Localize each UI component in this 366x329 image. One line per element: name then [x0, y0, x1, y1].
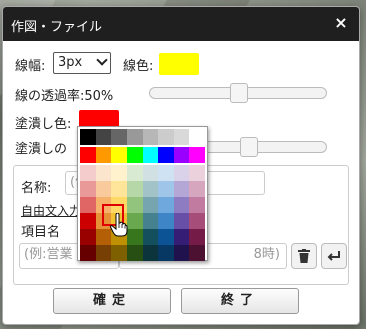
palette-row: [80, 229, 205, 245]
palette-color-cell[interactable]: [111, 165, 127, 181]
line-width-select[interactable]: 3px: [53, 52, 111, 74]
palette-color-cell[interactable]: [158, 245, 174, 261]
palette-color-cell[interactable]: [111, 245, 127, 261]
palette-color-cell[interactable]: [189, 245, 205, 261]
palette-color-cell[interactable]: [173, 213, 190, 229]
palette-color-cell[interactable]: [173, 229, 190, 245]
line-color-label: 線色:: [123, 59, 154, 74]
palette-color-cell[interactable]: [173, 197, 190, 213]
palette-color-cell[interactable]: [142, 129, 159, 145]
palette-color-cell[interactable]: [80, 165, 96, 181]
palette-color-cell[interactable]: [126, 229, 143, 245]
line-width-value: 3px: [58, 55, 83, 70]
palette-row: [80, 129, 205, 145]
palette-color-cell[interactable]: [173, 129, 190, 145]
confirm-button[interactable]: 確定: [53, 288, 171, 314]
dialog-titlebar[interactable]: 作図・ファイル ×: [3, 7, 359, 41]
palette-color-cell[interactable]: [142, 197, 159, 213]
palette-color-cell[interactable]: [142, 147, 159, 163]
palette-color-cell[interactable]: [95, 197, 112, 213]
palette-color-cell[interactable]: [142, 213, 159, 229]
palette-color-cell[interactable]: [173, 181, 190, 197]
palette-color-cell[interactable]: [126, 181, 143, 197]
trash-icon: [298, 249, 310, 263]
palette-color-cell[interactable]: [173, 245, 190, 261]
palette-row: [80, 213, 205, 229]
palette-color-cell[interactable]: [95, 245, 112, 261]
palette-color-cell[interactable]: [95, 181, 112, 197]
palette-color-cell[interactable]: [189, 197, 205, 213]
line-width-label: 線幅:: [15, 59, 46, 74]
line-opacity-slider[interactable]: [149, 83, 327, 103]
fill-opacity-label: 塗潰しの: [15, 142, 68, 157]
palette-color-cell[interactable]: [126, 147, 143, 163]
palette-row: [80, 181, 205, 197]
palette-color-cell[interactable]: [158, 213, 174, 229]
palette-color-cell[interactable]: [95, 213, 112, 229]
item-name-placeholder: (例:営業: [24, 247, 73, 262]
palette-color-cell[interactable]: [126, 245, 143, 261]
palette-color-cell[interactable]: [95, 129, 112, 145]
palette-color-cell[interactable]: [111, 181, 127, 197]
palette-color-cell[interactable]: [158, 147, 174, 163]
palette-color-cell[interactable]: [80, 213, 96, 229]
palette-color-cell[interactable]: [158, 181, 174, 197]
palette-color-cell[interactable]: [173, 165, 190, 181]
palette-color-cell[interactable]: [95, 165, 112, 181]
close-icon[interactable]: ×: [331, 13, 351, 33]
palette-color-cell[interactable]: [80, 129, 96, 145]
palette-color-cell[interactable]: [158, 129, 174, 145]
palette-color-cell[interactable]: [189, 129, 205, 145]
delete-item-button[interactable]: [291, 243, 317, 269]
line-opacity-slider-thumb[interactable]: [230, 83, 248, 103]
chevron-down-icon: [96, 54, 108, 66]
palette-color-cell[interactable]: [126, 129, 143, 145]
palette-color-cell[interactable]: [173, 147, 190, 163]
palette-row: [80, 147, 205, 163]
palette-color-cell[interactable]: [189, 147, 205, 163]
palette-color-cell[interactable]: [189, 181, 205, 197]
color-palette-popup: [77, 126, 208, 261]
add-item-button[interactable]: [321, 243, 347, 269]
palette-color-cell[interactable]: [142, 165, 159, 181]
palette-color-cell[interactable]: [80, 245, 96, 261]
name-label: 名称:: [21, 181, 52, 196]
palette-color-cell[interactable]: [158, 165, 174, 181]
palette-color-cell[interactable]: [126, 197, 143, 213]
palette-color-cell[interactable]: [126, 213, 143, 229]
palette-color-cell[interactable]: [126, 165, 143, 181]
palette-row: [80, 197, 205, 213]
enter-icon: [327, 251, 340, 261]
line-opacity-label: 線の透過率:50%: [15, 89, 114, 104]
hand-cursor-icon: [110, 213, 128, 237]
item-name-label: 項目名: [21, 225, 61, 240]
palette-color-cell[interactable]: [142, 229, 159, 245]
palette-color-cell[interactable]: [189, 229, 205, 245]
item-value-placeholder: 8時): [253, 247, 280, 262]
palette-color-cell[interactable]: [95, 147, 112, 163]
palette-color-cell[interactable]: [158, 229, 174, 245]
palette-color-cell[interactable]: [80, 147, 96, 163]
dialog-title: 作図・ファイル: [11, 20, 103, 35]
palette-color-cell[interactable]: [80, 197, 96, 213]
fill-color-label: 塗潰し色:: [15, 117, 72, 132]
line-color-swatch[interactable]: [159, 53, 199, 75]
fill-opacity-slider-thumb[interactable]: [240, 137, 258, 157]
palette-row: [80, 165, 205, 181]
palette-color-cell[interactable]: [189, 165, 205, 181]
palette-color-cell[interactable]: [111, 197, 127, 213]
palette-color-cell[interactable]: [142, 181, 159, 197]
exit-button[interactable]: 終了: [181, 288, 299, 314]
palette-color-cell[interactable]: [80, 181, 96, 197]
palette-color-cell[interactable]: [111, 147, 127, 163]
free-text-input-link[interactable]: 自由文入力: [21, 202, 81, 219]
palette-color-cell[interactable]: [189, 213, 205, 229]
palette-row: [80, 245, 205, 261]
palette-color-cell[interactable]: [142, 245, 159, 261]
palette-color-cell[interactable]: [111, 129, 127, 145]
palette-color-cell[interactable]: [95, 229, 112, 245]
palette-color-cell[interactable]: [80, 229, 96, 245]
palette-color-cell[interactable]: [158, 197, 174, 213]
